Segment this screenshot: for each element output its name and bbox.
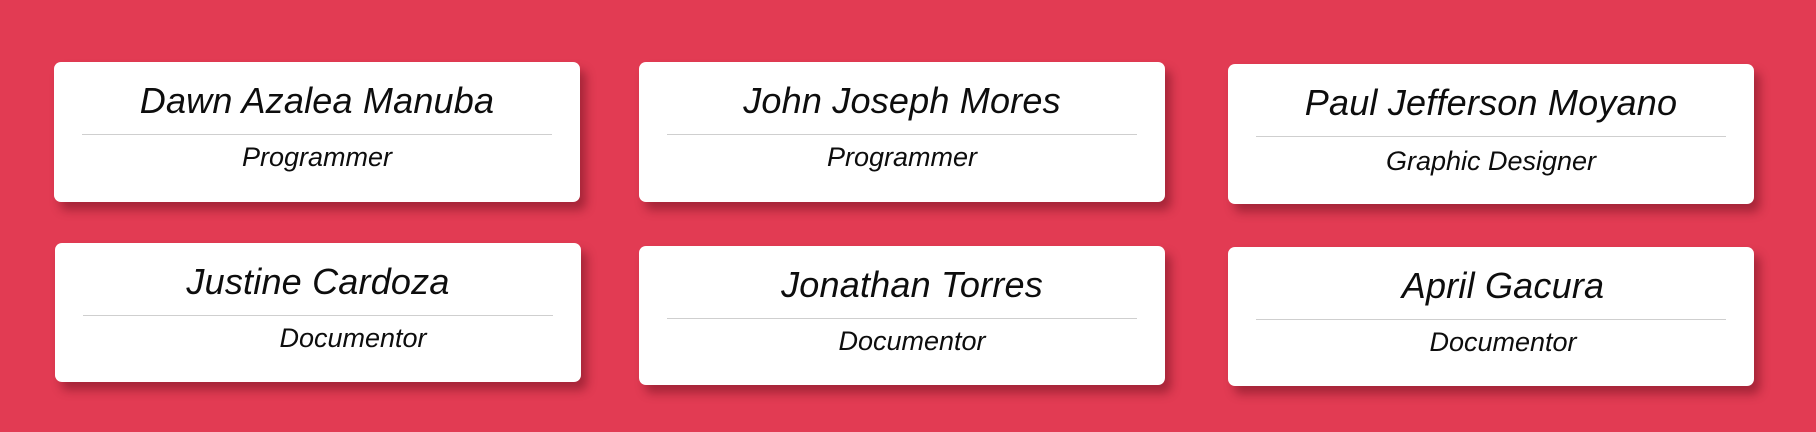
card-divider [1256,319,1726,320]
member-name: Dawn Azalea Manuba [139,80,495,121]
member-name: Paul Jefferson Moyano [1304,82,1678,123]
member-card-justine-cardoza: Justine Cardoza Documentor [55,243,581,382]
card-divider [82,134,552,135]
team-members-grid: Dawn Azalea Manuba Programmer John Josep… [0,0,1816,432]
member-name: Jonathan Torres [781,264,1043,305]
member-role: Documentor [838,326,986,356]
member-role: Programmer [241,142,393,172]
member-card-john-joseph-mores: John Joseph Mores Programmer [639,62,1165,202]
card-divider [83,315,553,316]
member-card-jonathan-torres: Jonathan Torres Documentor [639,246,1165,385]
card-divider [1256,136,1726,137]
member-name: John Joseph Mores [743,80,1061,121]
member-name: Justine Cardoza [186,261,450,302]
member-role: Graphic Designer [1385,146,1597,176]
member-card-paul-jefferson-moyano: Paul Jefferson Moyano Graphic Designer [1228,64,1754,204]
member-name: April Gacura [1401,265,1605,306]
member-role: Programmer [826,142,978,172]
card-divider [667,134,1137,135]
member-role: Documentor [279,323,427,353]
member-role: Documentor [1429,327,1577,357]
card-divider [667,318,1137,319]
member-card-april-gacura: April Gacura Documentor [1228,247,1754,386]
member-card-dawn-azalea-manuba: Dawn Azalea Manuba Programmer [54,62,580,202]
